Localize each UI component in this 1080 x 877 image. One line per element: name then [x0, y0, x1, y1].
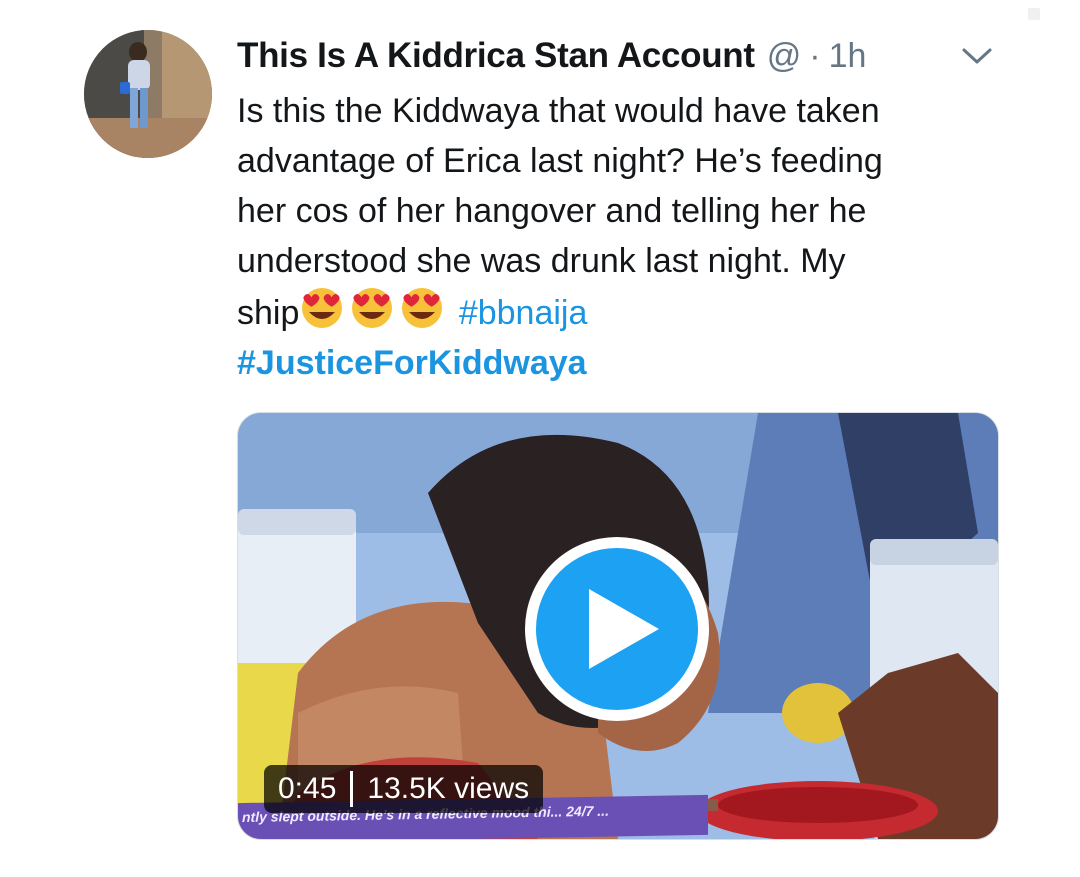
author-name[interactable]: This Is A Kiddrica Stan Account	[237, 36, 755, 76]
tweet-text-line: understood she was drunk last night. My	[237, 242, 846, 280]
tweet-text: Is this the Kiddwaya that would have tak…	[237, 86, 997, 388]
meta-divider	[350, 771, 354, 807]
author-handle[interactable]: @	[767, 37, 802, 76]
tweet[interactable]: This Is A Kiddrica Stan Account @ · 1h I…	[0, 0, 1080, 877]
heart-eyes-emoji	[349, 286, 395, 330]
play-button-inner	[536, 548, 698, 710]
hashtag-link[interactable]: #JusticeForKiddwaya	[237, 344, 587, 382]
hashtag-link[interactable]: #bbnaija	[459, 294, 588, 332]
ship-text: ship	[237, 294, 300, 332]
tweet-text-line: ship #bbnaija	[237, 286, 997, 338]
heart-eyes-emoji	[299, 286, 345, 330]
video-duration: 0:45	[278, 772, 337, 805]
tweet-text-line: her cos of her hangover and telling her …	[237, 192, 867, 230]
timestamp[interactable]: 1h	[829, 37, 867, 76]
heart-eyes-emoji	[399, 286, 445, 330]
separator-dot: ·	[809, 36, 821, 75]
video-views: 13.5K views	[367, 772, 530, 805]
video-player[interactable]: ntly slept outside. He’s in a reflective…	[237, 412, 999, 840]
top-indicator	[1028, 8, 1040, 20]
avatar-photo	[84, 30, 212, 158]
video-meta-badge: 0:45 13.5K views	[264, 765, 544, 813]
tweet-text-line: #JusticeForKiddwaya	[237, 338, 997, 388]
chevron-down-icon[interactable]	[960, 42, 994, 70]
tweet-text-line: Is this the Kiddwaya that would have tak…	[237, 92, 880, 130]
avatar[interactable]	[84, 30, 212, 158]
play-icon	[589, 589, 659, 669]
play-button[interactable]	[525, 537, 709, 721]
tweet-text-line: advantage of Erica last night? He’s feed…	[237, 142, 883, 180]
tweet-header: This Is A Kiddrica Stan Account @ · 1h	[237, 32, 1000, 80]
